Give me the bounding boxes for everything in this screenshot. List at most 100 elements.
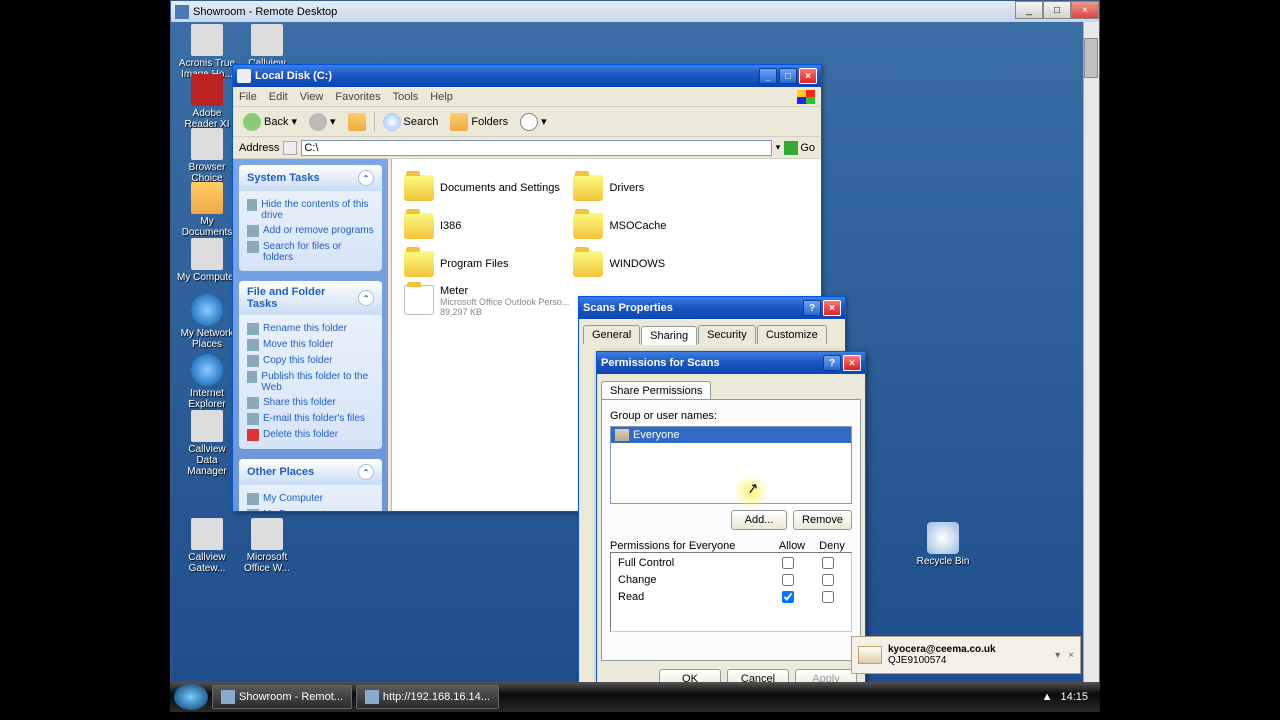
desktop-icon[interactable]: Callview Data Manager — [177, 410, 237, 477]
desktop-icon[interactable]: Browser Choice — [177, 128, 237, 184]
other-header[interactable]: Other Places⌃ — [239, 459, 382, 485]
perm-row: Change — [614, 573, 848, 590]
tray-icon[interactable]: ▲ — [1042, 691, 1053, 703]
vista-titlebar[interactable]: Showroom - Remote Desktop _ □ × — [171, 1, 1099, 23]
allow-checkbox[interactable] — [782, 557, 794, 569]
allow-checkbox[interactable] — [782, 591, 794, 603]
task-link[interactable]: Add or remove programs — [247, 223, 374, 239]
toast-dropdown[interactable]: ▾ — [1055, 650, 1060, 661]
tab-share-permissions[interactable]: Share Permissions — [601, 381, 711, 400]
perms-close[interactable]: × — [843, 355, 861, 371]
tab-general[interactable]: General — [583, 325, 640, 344]
menu-tools[interactable]: Tools — [393, 91, 419, 103]
menu-favorites[interactable]: Favorites — [335, 91, 380, 103]
task-link[interactable]: Copy this folder — [247, 353, 374, 369]
task-link[interactable]: Search for files or folders — [247, 239, 374, 265]
props-titlebar[interactable]: Scans Properties ? × — [579, 297, 845, 319]
folder-item[interactable]: Program Files — [404, 247, 569, 281]
folder-icon — [573, 175, 603, 201]
desktop-icon[interactable]: My Documents — [177, 182, 237, 238]
rdp-icon — [175, 5, 189, 19]
minimize-button[interactable]: _ — [1015, 1, 1043, 19]
explorer-titlebar[interactable]: Local Disk (C:) _ □ × — [233, 65, 821, 87]
task-link[interactable]: Hide the contents of this drive — [247, 197, 374, 223]
menu-help[interactable]: Help — [430, 91, 453, 103]
deny-checkbox[interactable] — [822, 591, 834, 603]
group-label: Group or user names: — [610, 410, 852, 422]
forward-button[interactable]: ▾ — [305, 111, 340, 133]
scrollbar-thumb[interactable] — [1084, 38, 1098, 78]
perm-row: Read — [614, 590, 848, 607]
perm-for-label: Permissions for Everyone — [610, 540, 772, 552]
up-button[interactable] — [344, 111, 370, 133]
desktop-icon[interactable]: My Computer — [177, 238, 237, 283]
task-link[interactable]: Delete this folder — [247, 427, 374, 443]
tab-customize[interactable]: Customize — [757, 325, 827, 344]
folder-item[interactable]: Documents and Settings — [404, 171, 569, 205]
tab-sharing[interactable]: Sharing — [641, 326, 697, 345]
folder-item[interactable]: Drivers — [573, 171, 738, 205]
explorer-close[interactable]: × — [799, 68, 817, 84]
recycle-bin[interactable]: Recycle Bin — [913, 522, 973, 567]
tab-security[interactable]: Security — [698, 325, 756, 344]
explorer-minimize[interactable]: _ — [759, 68, 777, 84]
ff-tasks-header[interactable]: File and Folder Tasks⌃ — [239, 281, 382, 315]
mail-toast[interactable]: kyocera@ceema.co.uk QJE9100574 ▾× — [851, 636, 1081, 674]
remove-button[interactable]: Remove — [793, 510, 852, 530]
xp-desktop[interactable]: Acronis True Image Ho... Callview Wizard… — [171, 22, 1099, 690]
menubar: File Edit View Favorites Tools Help — [233, 87, 821, 107]
task-link[interactable]: My Computer — [247, 491, 374, 507]
search-button[interactable]: Search — [379, 111, 443, 133]
taskbar-item[interactable]: http://192.168.16.14... — [356, 685, 499, 709]
address-input[interactable] — [301, 140, 771, 156]
system-tray[interactable]: ▲ 14:15 — [1042, 691, 1096, 703]
perms-titlebar[interactable]: Permissions for Scans ? × — [597, 352, 865, 374]
help-button[interactable]: ? — [803, 300, 821, 316]
task-link[interactable]: My Documents — [247, 507, 374, 511]
menu-file[interactable]: File — [239, 91, 257, 103]
desktop-icon[interactable]: Adobe Reader XI — [177, 74, 237, 130]
go-button[interactable]: Go — [784, 141, 815, 155]
user-row[interactable]: Everyone — [611, 427, 851, 443]
taskbar-item[interactable]: Showroom - Remot... — [212, 685, 352, 709]
task-link[interactable]: Publish this folder to the Web — [247, 369, 374, 395]
close-button[interactable]: × — [1071, 1, 1099, 19]
menu-view[interactable]: View — [300, 91, 324, 103]
views-button[interactable]: ▾ — [516, 111, 551, 133]
chevron-up-icon: ⌃ — [358, 290, 374, 306]
toast-close[interactable]: × — [1068, 650, 1074, 661]
remote-scrollbar[interactable] — [1083, 22, 1099, 690]
folder-item[interactable]: MSOCache — [573, 209, 738, 243]
users-listbox[interactable]: Everyone — [610, 426, 852, 504]
desktop-icon[interactable]: Acronis True Image Ho... — [177, 24, 237, 80]
file-item[interactable]: Meter Microsoft Office Outlook Perso... … — [404, 285, 604, 323]
start-button[interactable] — [174, 684, 208, 710]
desktop-icon[interactable]: My Network Places — [177, 294, 237, 350]
deny-checkbox[interactable] — [822, 574, 834, 586]
desktop-icon[interactable]: Microsoft Office W... — [237, 518, 297, 574]
desktop-icon[interactable]: Internet Explorer — [177, 354, 237, 410]
desktop-icon[interactable]: Callview Gatew... — [177, 518, 237, 574]
task-link[interactable]: Rename this folder — [247, 321, 374, 337]
explorer-maximize[interactable]: □ — [779, 68, 797, 84]
system-tasks-header[interactable]: System Tasks⌃ — [239, 165, 382, 191]
task-link[interactable]: Move this folder — [247, 337, 374, 353]
folder-item[interactable]: I386 — [404, 209, 569, 243]
back-button[interactable]: Back ▾ — [239, 111, 301, 133]
folder-icon — [573, 213, 603, 239]
maximize-button[interactable]: □ — [1043, 1, 1071, 19]
allow-checkbox[interactable] — [782, 574, 794, 586]
permissions-list: Full Control Change Read — [610, 552, 852, 632]
folder-item[interactable]: WINDOWS — [573, 247, 738, 281]
task-link[interactable]: E-mail this folder's files — [247, 411, 374, 427]
folder-icon — [404, 251, 434, 277]
deny-checkbox[interactable] — [822, 557, 834, 569]
props-close[interactable]: × — [823, 300, 841, 316]
folders-button[interactable]: Folders — [446, 111, 512, 133]
task-link[interactable]: Share this folder — [247, 395, 374, 411]
envelope-icon — [858, 646, 882, 664]
perm-row: Full Control — [614, 556, 848, 573]
menu-edit[interactable]: Edit — [269, 91, 288, 103]
help-button[interactable]: ? — [823, 355, 841, 371]
add-button[interactable]: Add... — [731, 510, 787, 530]
